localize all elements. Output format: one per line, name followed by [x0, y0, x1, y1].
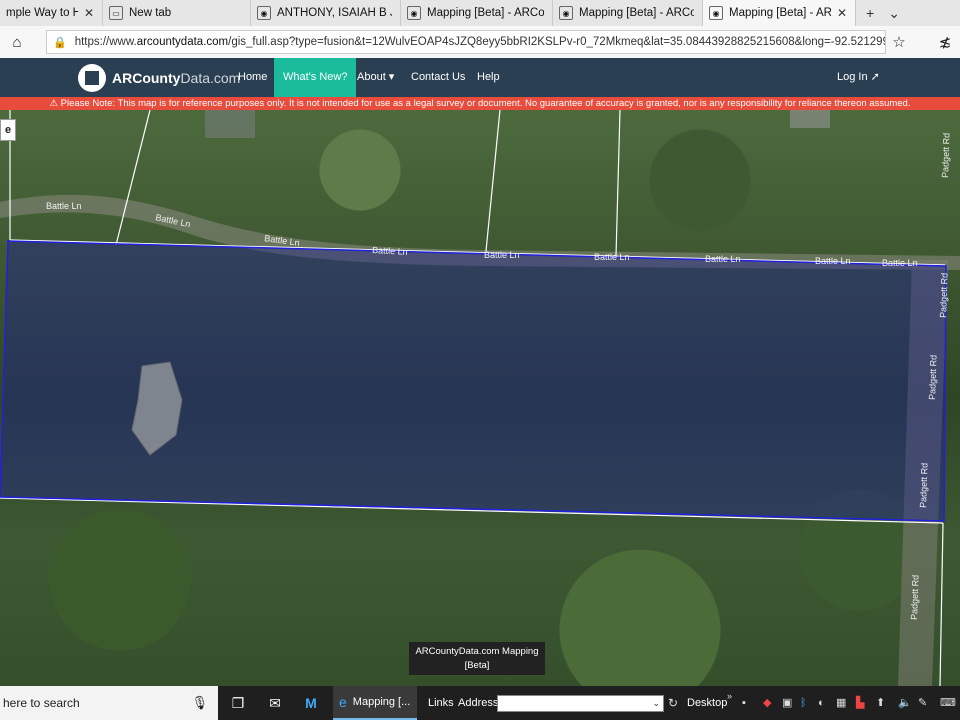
volume-icon[interactable]: 🔈: [898, 686, 912, 720]
brand-name: ARCountyData.com: [112, 69, 241, 86]
microphone-icon[interactable]: 🎙: [191, 686, 208, 720]
newtab-icon: ▭: [109, 6, 123, 20]
close-icon[interactable]: ✕: [84, 6, 94, 20]
url-text: https://www.arcountydata.com/gis_full.as…: [74, 36, 885, 48]
links-toolbar[interactable]: Links: [428, 686, 454, 720]
login-link[interactable]: Log In ➚: [837, 58, 880, 97]
taskbar-search-box[interactable]: here to search 🎙: [0, 686, 218, 720]
taskbar-app-label: Mapping [...: [352, 696, 411, 708]
login-icon: ➚: [870, 71, 880, 83]
nav-home[interactable]: Home: [238, 58, 267, 97]
tab-title: New tab: [129, 7, 172, 19]
browser-tab-bar: mple Way to Help Pe ✕ ▭ New tab ◉ ANTHON…: [0, 0, 960, 26]
site-icon: ◉: [709, 6, 723, 20]
nav-help[interactable]: Help: [477, 58, 500, 97]
road-label-battle-ln: Battle Ln: [594, 252, 630, 262]
tooltip-line2: [Beta]: [464, 660, 490, 671]
tray-icon[interactable]: ▦: [836, 686, 846, 720]
lock-icon: 🔒: [53, 36, 67, 49]
tray-icon[interactable]: ▪: [742, 686, 746, 720]
road-label-battle-ln: Battle Ln: [882, 258, 918, 268]
map-view[interactable]: Battle Ln Battle Ln Battle Ln Battle Ln …: [0, 110, 960, 686]
tab-title: Mapping [Beta] - ARC: [729, 7, 831, 19]
road-label-battle-ln: Battle Ln: [46, 201, 82, 211]
windows-taskbar: here to search 🎙 ❐ ✉ M e Mapping [... Li…: [0, 686, 960, 720]
browser-tab-4[interactable]: ◉ Mapping [Beta] - ARCour: [401, 0, 553, 26]
browser-tab-1[interactable]: mple Way to Help Pe ✕: [0, 0, 103, 26]
road-label-battle-ln: Battle Ln: [705, 254, 741, 264]
road-label-padgett-rd: Padgett Rd: [938, 273, 950, 318]
site-navbar: ARCountyData.com Home What's New? About …: [0, 58, 960, 97]
keyboard-icon[interactable]: ⌨: [940, 686, 956, 720]
browser-tab-3[interactable]: ◉ ANTHONY, ISAIAH B JR-(: [251, 0, 401, 26]
structure: [205, 110, 255, 138]
map-overlay: Battle Ln Battle Ln Battle Ln Battle Ln …: [0, 110, 960, 686]
search-text: here to search: [3, 696, 80, 710]
desktop-toolbar[interactable]: Desktop: [687, 686, 727, 720]
browser-tab-5[interactable]: ◉ Mapping [Beta] - ARCour: [553, 0, 703, 26]
site-icon: ◉: [407, 6, 421, 20]
road-label-padgett-rd: Padgett Rd: [909, 575, 921, 620]
road-label-padgett-rd: Padgett Rd: [927, 355, 939, 400]
tab-title: ANTHONY, ISAIAH B JR-(: [277, 7, 392, 19]
address-bar: ⌂ 🔒 https://www.arcountydata.com/gis_ful…: [0, 26, 960, 59]
tray-icon[interactable]: ▙: [856, 686, 864, 720]
browser-tab-active[interactable]: ◉ Mapping [Beta] - ARC ✕: [703, 0, 856, 26]
task-view-icon[interactable]: ❐: [228, 686, 248, 720]
address-toolbar-label: Address: [458, 697, 499, 709]
tab-list-button[interactable]: ⌄: [888, 5, 900, 22]
close-icon[interactable]: ✕: [837, 6, 847, 20]
map-tool-button[interactable]: e: [0, 119, 16, 141]
road-label-padgett-rd: Padgett Rd: [918, 463, 930, 508]
disclaimer-banner: ⚠ Please Note: This map is for reference…: [0, 97, 960, 110]
tooltip-line1: ARCountyData.com Mapping: [415, 646, 539, 657]
tray-icon[interactable]: ⬆: [876, 686, 885, 720]
taskbar-tooltip: ARCountyData.com Mapping [Beta]: [409, 642, 545, 675]
malwarebytes-icon[interactable]: M: [300, 686, 322, 720]
site-logo[interactable]: ARCountyData.com: [78, 63, 240, 92]
edge-icon: e: [339, 694, 347, 710]
home-icon[interactable]: ⌂: [2, 34, 32, 51]
bluetooth-icon[interactable]: ᛒ: [800, 686, 807, 720]
tab-title: mple Way to Help Pe: [6, 7, 78, 19]
chevrons-icon[interactable]: »: [727, 686, 732, 720]
road-label-battle-ln: Battle Ln: [372, 245, 408, 257]
tray-icon[interactable]: ◆: [763, 686, 771, 720]
mail-icon[interactable]: ✉: [264, 686, 286, 720]
refresh-icon[interactable]: ↻: [668, 686, 678, 720]
arkansas-logo-icon: [78, 63, 106, 92]
nav-whats-new[interactable]: What's New?: [274, 58, 357, 97]
nav-contact-us[interactable]: Contact Us: [411, 58, 465, 97]
road-label-battle-ln: Battle Ln: [815, 256, 851, 266]
road-label-battle-ln: Battle Ln: [484, 250, 520, 260]
tray-icon[interactable]: ▣: [782, 686, 792, 720]
favorite-star-icon[interactable]: ☆: [884, 33, 914, 51]
tab-controls: + ⌄: [856, 0, 900, 26]
chevron-down-icon[interactable]: ⌄: [652, 696, 660, 711]
taskbar-address-input[interactable]: ⌄: [497, 695, 664, 712]
nav-about[interactable]: About ▾: [357, 58, 394, 97]
tab-title: Mapping [Beta] - ARCour: [427, 7, 544, 19]
structure: [790, 110, 830, 128]
site-icon: ◉: [257, 6, 271, 20]
url-input[interactable]: 🔒 https://www.arcountydata.com/gis_full.…: [46, 30, 886, 54]
tab-title: Mapping [Beta] - ARCour: [579, 7, 694, 19]
browser-tab-2[interactable]: ▭ New tab: [103, 0, 251, 26]
site-icon: ◉: [559, 6, 573, 20]
new-tab-button[interactable]: +: [866, 5, 874, 21]
taskbar-app-mapping[interactable]: e Mapping [...: [333, 686, 417, 720]
road-label-padgett-rd: Padgett Rd: [940, 133, 952, 178]
pen-icon[interactable]: ✎: [918, 686, 927, 720]
favorites-list-icon[interactable]: ≴: [930, 33, 960, 51]
tray-icon[interactable]: ◐: [818, 686, 825, 720]
